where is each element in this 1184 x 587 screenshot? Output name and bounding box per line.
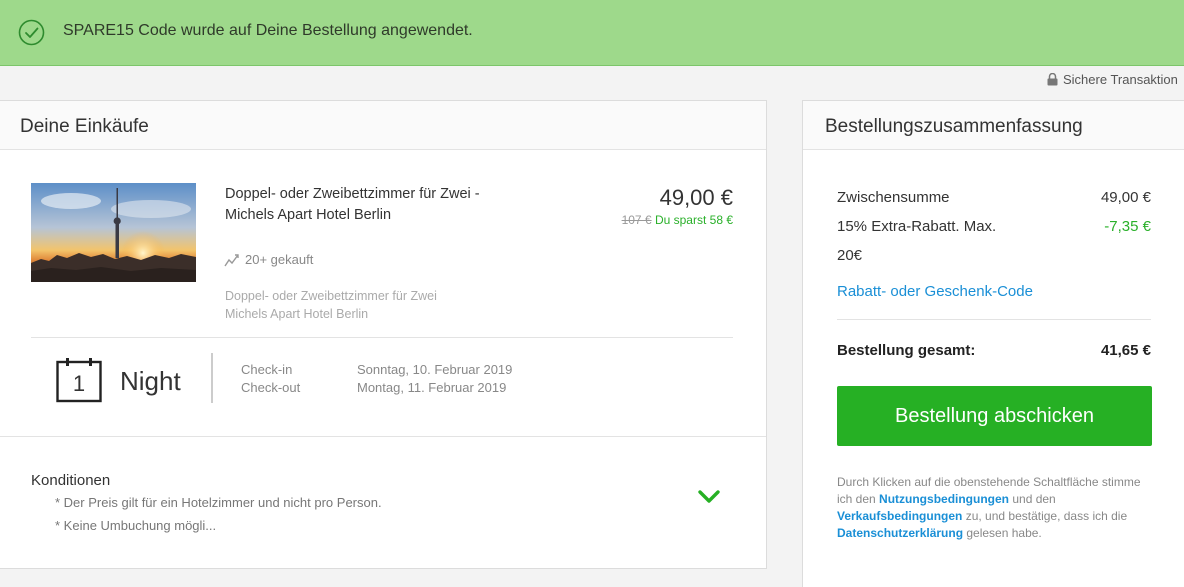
submit-order-button[interactable]: Bestellung abschicken [837, 386, 1152, 446]
checkin-date: Sonntag, 10. Februar 2019 [357, 362, 513, 377]
checkin-label: Check-in [241, 362, 293, 377]
night-label: Night [120, 366, 181, 396]
secure-label: Sichere Transaktion [1063, 72, 1178, 87]
chevron-down-icon[interactable] [697, 489, 721, 505]
discount-value: -7,35 € [1104, 218, 1151, 235]
legal-text: und den [1009, 492, 1056, 506]
legal-text: zu, und bestätige, dass ich die [962, 509, 1128, 523]
subtotal-label: Zwischensumme [837, 189, 950, 206]
total-label: Bestellung gesamt: [837, 342, 976, 359]
divider [0, 436, 766, 437]
product-title[interactable]: Doppel- oder Zweibettzimmer für Zwei - M… [225, 184, 525, 226]
conditions-title: Konditionen [31, 472, 111, 489]
stay-separator [211, 353, 213, 403]
lock-icon [1047, 73, 1058, 86]
trend-icon [224, 253, 239, 266]
calendar-icon: 1 [56, 358, 102, 403]
bought-count: 20+ gekauft [224, 252, 313, 267]
legal-text: gelesen habe. [963, 526, 1042, 540]
legal-notice: Durch Klicken auf die obenstehende Schal… [837, 474, 1157, 542]
check-circle-icon [18, 19, 45, 46]
product-price: 49,00 € [659, 185, 733, 210]
banner-message: SPARE15 Code wurde auf Deine Bestellung … [63, 22, 473, 39]
divider [31, 337, 733, 338]
summary-title: Bestellungszusammenfassung [825, 116, 1083, 137]
nights-count: 1 [73, 371, 85, 396]
divider [837, 319, 1151, 320]
total-value: 41,65 € [1100, 342, 1151, 359]
product-subtitle: Doppel- oder Zweibettzimmer für Zwei Mic… [225, 287, 525, 323]
order-summary-panel: Bestellungszusammenfassung Zwischensumme… [802, 100, 1184, 587]
savings-text: Du sparst 58 € [654, 213, 733, 227]
subtotal-value: 49,00 € [1100, 189, 1151, 206]
discount-label: 15% Extra-Rabatt. Max. [837, 218, 997, 235]
cart-header: Deine Einkäufe [0, 101, 766, 150]
discount-label-cont: 20€ [837, 247, 863, 264]
privacy-link[interactable]: Datenschutzerklärung [837, 526, 963, 540]
cart-panel: Deine Einkäufe Doppel- oder Zweibettzimm… [0, 100, 767, 569]
coupon-link[interactable]: Rabatt- oder Geschenk-Code [837, 283, 1033, 300]
sales-terms-link[interactable]: Verkaufsbedingungen [837, 509, 962, 523]
old-price: 107 € [621, 213, 652, 227]
secure-transaction: Sichere Transaktion [1047, 72, 1178, 87]
checkout-label: Check-out [241, 380, 301, 395]
condition-line: * Der Preis gilt für ein Hotelzimmer und… [55, 495, 382, 510]
savings-line: 107 € Du sparst 58 € [540, 213, 733, 227]
cart-title: Deine Einkäufe [20, 116, 149, 137]
summary-header: Bestellungszusammenfassung [803, 101, 1184, 150]
product-subtitle-line1: Doppel- oder Zweibettzimmer für Zwei [225, 289, 437, 303]
checkout-date: Montag, 11. Februar 2019 [357, 380, 507, 395]
bought-label: 20+ gekauft [245, 252, 314, 267]
condition-line: * Keine Umbuchung mögli... [55, 518, 217, 533]
product-subtitle-line2: Michels Apart Hotel Berlin [225, 307, 369, 321]
success-banner: SPARE15 Code wurde auf Deine Bestellung … [0, 0, 1184, 66]
terms-link[interactable]: Nutzungsbedingungen [879, 492, 1009, 506]
hotel-image[interactable] [31, 183, 196, 282]
